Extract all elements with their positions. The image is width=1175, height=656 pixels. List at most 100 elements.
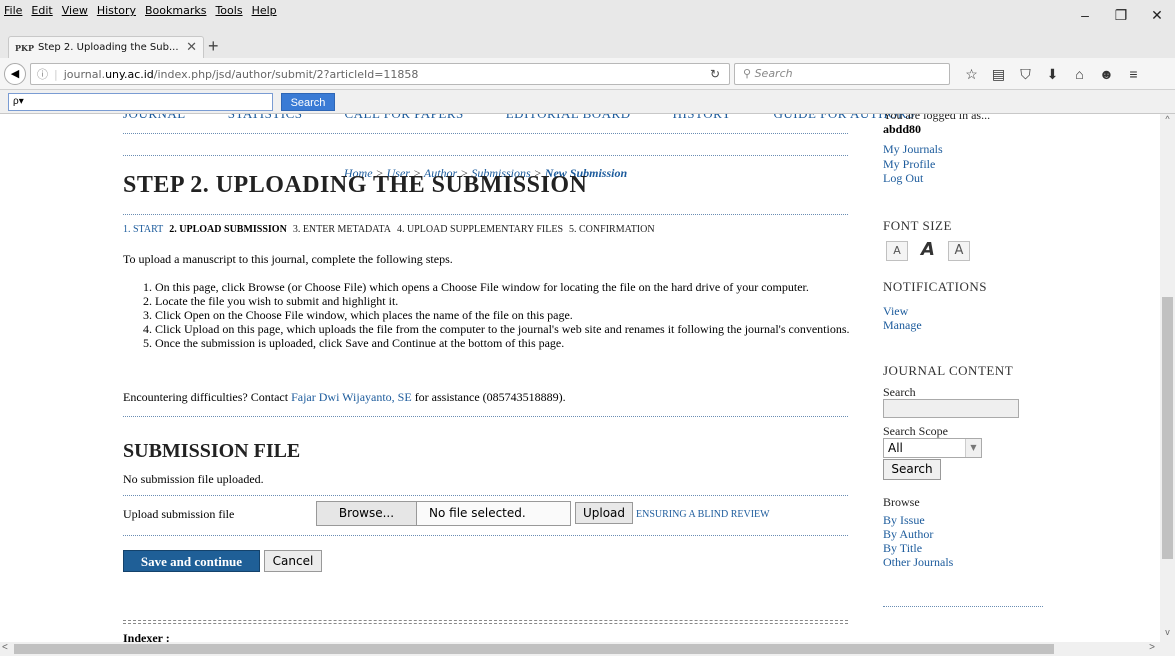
instruction-list: On this page, click Browse (or Choose Fi… bbox=[155, 280, 855, 350]
search-scope-value: All bbox=[888, 441, 903, 455]
menu-help[interactable]: Help bbox=[252, 4, 277, 17]
menu-view[interactable]: View bbox=[62, 4, 88, 17]
browse-button[interactable]: Browse... bbox=[317, 502, 417, 525]
font-larger-button[interactable]: A bbox=[948, 241, 970, 261]
url-prefix: journal. bbox=[63, 67, 106, 81]
menu-history[interactable]: History bbox=[97, 4, 136, 17]
font-default-button[interactable]: A bbox=[917, 241, 939, 261]
divider bbox=[123, 133, 848, 134]
search-scope-select[interactable]: All ▼ bbox=[883, 438, 982, 458]
hamburger-menu-icon[interactable]: ≡ bbox=[1120, 63, 1147, 85]
sidebar-divider bbox=[883, 606, 1043, 607]
navigation-bar: ◀ ⓘ | journal.uny.ac.id/index.php/jsd/au… bbox=[0, 58, 1175, 90]
journal-search-input[interactable] bbox=[883, 399, 1019, 418]
instruction-item: Click Upload on this page, which uploads… bbox=[155, 322, 855, 336]
browse-by-title-link[interactable]: By Title bbox=[883, 541, 922, 556]
menu-tools[interactable]: Tools bbox=[215, 4, 242, 17]
journal-content-heading: JOURNAL CONTENT bbox=[883, 363, 1014, 378]
scroll-right-arrow-icon[interactable]: > bbox=[1149, 642, 1155, 653]
home-icon[interactable]: ⌂ bbox=[1066, 63, 1093, 85]
horizontal-scroll-thumb[interactable] bbox=[14, 644, 1054, 654]
url-bar[interactable]: ⓘ | journal.uny.ac.id/index.php/jsd/auth… bbox=[30, 63, 730, 85]
browser-search-input[interactable]: ⚲ Search bbox=[734, 63, 950, 85]
link-my-profile[interactable]: My Profile bbox=[883, 157, 935, 172]
instruction-item: Once the submission is uploaded, click S… bbox=[155, 336, 855, 350]
back-arrow-icon: ◀ bbox=[10, 68, 20, 80]
new-tab-button[interactable]: + bbox=[208, 36, 219, 56]
nav-call-for-papers[interactable]: CALL FOR PAPERS bbox=[344, 114, 463, 122]
notification-manage-link[interactable]: Manage bbox=[883, 318, 922, 333]
nav-statistics[interactable]: STATISTICS bbox=[228, 114, 303, 122]
step-enter-metadata: 3. ENTER METADATA bbox=[292, 224, 391, 235]
search-icon: ⚲ bbox=[743, 67, 752, 80]
page-content: JOURNAL STATISTICS CALL FOR PAPERS EDITO… bbox=[0, 114, 1160, 642]
info-icon[interactable]: ⓘ bbox=[37, 66, 48, 82]
blind-review-link[interactable]: ENSURING A BLIND REVIEW bbox=[636, 509, 770, 520]
save-and-continue-button[interactable]: Save and continue bbox=[123, 550, 260, 572]
url-separator: | bbox=[54, 67, 58, 81]
download-icon[interactable]: ⬇ bbox=[1039, 63, 1066, 85]
link-my-journals[interactable]: My Journals bbox=[883, 142, 943, 157]
browse-by-issue-link[interactable]: By Issue bbox=[883, 513, 925, 528]
menu-edit[interactable]: Edit bbox=[31, 4, 52, 17]
menu-bookmarks[interactable]: Bookmarks bbox=[145, 4, 206, 17]
step-confirmation: 5. CONFIRMATION bbox=[569, 224, 655, 235]
reload-icon[interactable]: ↻ bbox=[710, 67, 720, 81]
journal-nav: JOURNAL STATISTICS CALL FOR PAPERS EDITO… bbox=[123, 114, 915, 122]
browse-label: Browse bbox=[883, 495, 920, 509]
vertical-scroll-thumb[interactable] bbox=[1162, 297, 1173, 559]
horizontal-scrollbar[interactable]: < > bbox=[0, 642, 1175, 656]
scroll-up-arrow-icon[interactable]: ^ bbox=[1160, 114, 1175, 129]
notifications-heading: NOTIFICATIONS bbox=[883, 279, 987, 294]
url-text: journal.uny.ac.id/index.php/jsd/author/s… bbox=[64, 68, 419, 81]
tab-close-icon[interactable]: ✕ bbox=[186, 40, 197, 55]
back-button[interactable]: ◀ bbox=[4, 63, 26, 85]
browser-tab[interactable]: PKP Step 2. Uploading the Sub... ✕ bbox=[8, 36, 204, 58]
search-scope-label: Search Scope bbox=[883, 424, 948, 438]
font-size-controls: A A A bbox=[886, 241, 970, 261]
favicon-icon: PKP bbox=[15, 42, 34, 53]
toolbar-icons: ☆ ▤ ⛉ ⬇ ⌂ ☻ ≡ bbox=[958, 63, 1147, 85]
menu-list: File Edit View History Bookmarks Tools H… bbox=[4, 4, 277, 17]
divider bbox=[123, 416, 848, 417]
divider bbox=[123, 495, 848, 496]
font-smaller-button[interactable]: A bbox=[886, 241, 908, 261]
username: abdd80 bbox=[883, 122, 922, 136]
nav-history[interactable]: HISTORY bbox=[673, 114, 732, 122]
step-upload-supplementary: 4. UPLOAD SUPPLEMENTARY FILES bbox=[396, 224, 564, 235]
step-start[interactable]: 1. START bbox=[123, 224, 163, 235]
indexer-label: Indexer : bbox=[123, 631, 170, 642]
nav-editorial-board[interactable]: EDITORIAL BOARD bbox=[506, 114, 631, 122]
link-log-out[interactable]: Log Out bbox=[883, 171, 923, 186]
menu-file[interactable]: File bbox=[4, 4, 22, 17]
url-domain: uny.ac.id bbox=[105, 67, 154, 81]
pocket-icon[interactable]: ⛉ bbox=[1012, 63, 1039, 85]
smiley-icon[interactable]: ☻ bbox=[1093, 63, 1120, 85]
instruction-item: Click Open on the Choose File window, wh… bbox=[155, 308, 855, 322]
reading-list-icon[interactable]: ▤ bbox=[985, 63, 1012, 85]
cancel-button[interactable]: Cancel bbox=[264, 550, 322, 572]
find-input[interactable]: ρ▾ bbox=[8, 93, 273, 111]
tab-strip: PKP Step 2. Uploading the Sub... ✕ + bbox=[0, 30, 1175, 58]
nav-journal[interactable]: JOURNAL bbox=[123, 114, 186, 122]
other-journals-link[interactable]: Other Journals bbox=[883, 555, 953, 570]
upload-button[interactable]: Upload bbox=[575, 502, 633, 524]
star-icon[interactable]: ☆ bbox=[958, 63, 985, 85]
minimize-button[interactable]: – bbox=[1067, 0, 1103, 30]
find-search-button[interactable]: Search bbox=[281, 93, 335, 111]
notification-view-link[interactable]: View bbox=[883, 304, 908, 319]
journal-search-button[interactable]: Search bbox=[883, 459, 941, 480]
contact-pre: Encountering difficulties? Contact bbox=[123, 390, 292, 404]
vertical-scrollbar[interactable]: ^ v bbox=[1160, 114, 1175, 642]
file-input[interactable]: Browse... No file selected. bbox=[316, 501, 571, 526]
scroll-down-arrow-icon[interactable]: v bbox=[1160, 627, 1175, 642]
restore-button[interactable]: ❐ bbox=[1103, 0, 1139, 30]
no-file-text: No submission file uploaded. bbox=[123, 472, 264, 486]
browse-by-author-link[interactable]: By Author bbox=[883, 527, 933, 542]
step-upload-submission: 2. UPLOAD SUBMISSION bbox=[169, 224, 287, 235]
find-toolbar: ρ▾ Search bbox=[0, 90, 1175, 114]
close-window-button[interactable]: ✕ bbox=[1139, 0, 1175, 30]
contact-link[interactable]: Fajar Dwi Wijayanto, SE bbox=[291, 390, 412, 404]
intro-text: To upload a manuscript to this journal, … bbox=[123, 252, 453, 266]
scroll-left-arrow-icon[interactable]: < bbox=[2, 642, 8, 653]
